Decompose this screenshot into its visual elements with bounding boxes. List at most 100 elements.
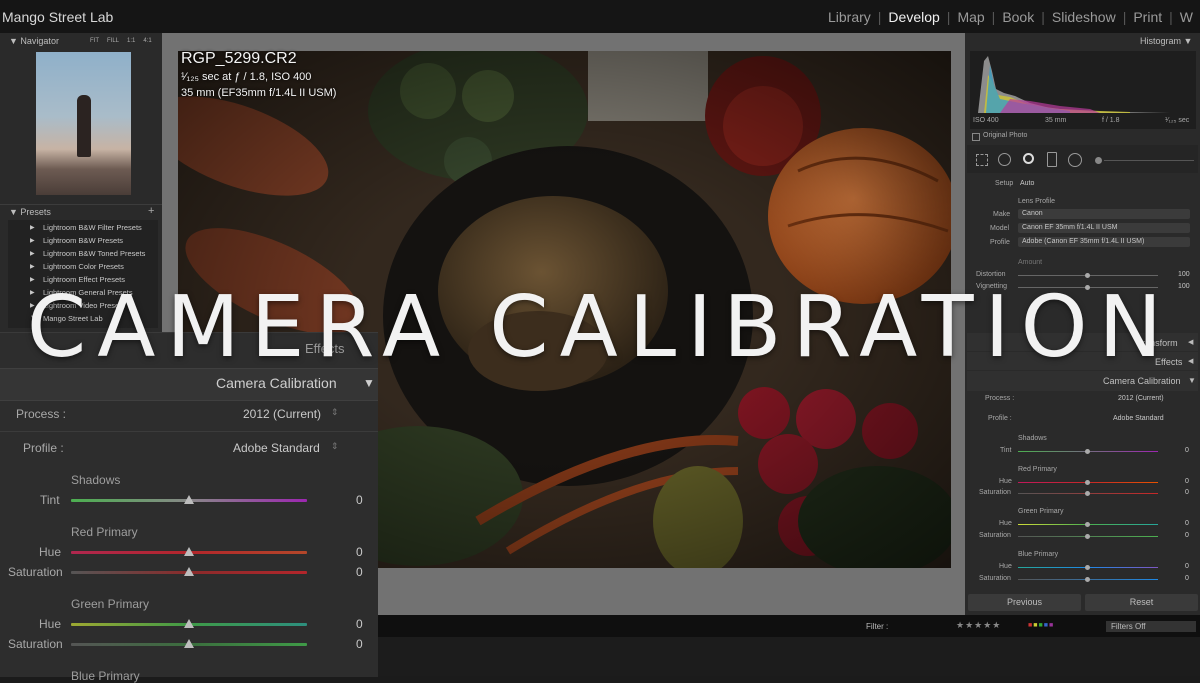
reset-button[interactable]: Reset: [1085, 594, 1198, 611]
spot-removal-icon[interactable]: [998, 153, 1011, 166]
expand-icon[interactable]: ▶: [30, 263, 35, 270]
zoom-1-1[interactable]: 1:1: [127, 38, 135, 44]
make-select[interactable]: Canon: [1018, 209, 1190, 219]
photo-lens: 35 mm (EF35mm f/1.4L II USM): [181, 87, 337, 99]
green-hue-zoom-label: Hue: [39, 617, 62, 631]
add-preset-icon[interactable]: +: [148, 205, 154, 217]
radial-filter-icon[interactable]: [1068, 153, 1082, 167]
preset-folder[interactable]: Lightroom Color Presets: [43, 262, 124, 271]
green-saturation-slider-thumb[interactable]: [1085, 534, 1090, 539]
module-print[interactable]: Print: [1126, 9, 1169, 25]
filters-off-select[interactable]: Filters Off: [1106, 621, 1196, 632]
distortion-value[interactable]: 100: [1178, 271, 1190, 278]
histogram-title: Histogram: [1140, 36, 1182, 46]
stepper-icon[interactable]: ⇕: [331, 407, 339, 418]
navigator-header[interactable]: ▼ Navigator: [9, 36, 59, 46]
previous-button[interactable]: Previous: [968, 594, 1081, 611]
process-select[interactable]: 2012 (Current): [1118, 395, 1164, 402]
graduated-filter-icon[interactable]: [1047, 152, 1057, 167]
crop-icon[interactable]: [976, 154, 988, 166]
tint-value[interactable]: 0: [1185, 447, 1189, 454]
zoom-fill[interactable]: FILL: [107, 38, 119, 44]
module-develop[interactable]: Develop: [881, 9, 946, 25]
lens-profile-heading: Lens Profile: [1018, 198, 1055, 205]
blue-primary-zoom-heading: Blue Primary: [71, 669, 140, 683]
preset-folder[interactable]: Lightroom B&W Filter Presets: [43, 223, 142, 232]
module-slideshow[interactable]: Slideshow: [1045, 9, 1123, 25]
green-hue-zoom-slider-thumb[interactable]: [184, 619, 194, 628]
shadows-zoom-heading: Shadows: [71, 473, 121, 487]
adjustment-brush-icon[interactable]: [1095, 157, 1102, 164]
color-label-filter[interactable]: ■■■■■: [1028, 622, 1054, 629]
histogram[interactable]: [970, 51, 1196, 129]
preset-folder[interactable]: Lightroom B&W Presets: [43, 236, 123, 245]
calibration-zoom-title: Camera Calibration: [216, 375, 337, 391]
stepper-icon[interactable]: ⇕: [331, 441, 339, 452]
module-map[interactable]: Map: [950, 9, 991, 25]
photo-exposure: ¹⁄₁₂₅ sec at ƒ / 1.8, ISO 400: [181, 71, 312, 83]
section-expanded-icon[interactable]: ▼: [363, 376, 375, 390]
blue-hue-label: Hue: [999, 563, 1012, 570]
tint-zoom-slider-thumb[interactable]: [184, 495, 194, 504]
red-saturation-slider-thumb[interactable]: [1085, 491, 1090, 496]
section-expanded-icon[interactable]: ▼: [1188, 376, 1196, 385]
red-saturation-zoom-slider-thumb[interactable]: [184, 567, 194, 576]
blue-saturation-slider-thumb[interactable]: [1085, 577, 1090, 582]
setup-value[interactable]: Auto: [1020, 180, 1034, 187]
blue-hue-slider-thumb[interactable]: [1085, 565, 1090, 570]
red-saturation-value[interactable]: 0: [1185, 489, 1189, 496]
zoom-fit[interactable]: FIT: [90, 38, 99, 44]
histo-aperture: f / 1.8: [1102, 117, 1120, 124]
red-hue-zoom-value[interactable]: 0: [356, 545, 363, 559]
tint-slider-thumb[interactable]: [1085, 449, 1090, 454]
red-hue-value[interactable]: 0: [1185, 478, 1189, 485]
zoom-4-1[interactable]: 4:1: [143, 38, 151, 44]
zoom-options: FIT FILL 1:1 4:1: [90, 38, 152, 44]
lens-profile-select[interactable]: Adobe (Canon EF 35mm f/1.4L II USM): [1018, 237, 1190, 247]
module-web[interactable]: W: [1173, 9, 1200, 25]
tint-zoom-label: Tint: [40, 493, 60, 507]
rating-filter-stars[interactable]: ★★★★★: [956, 620, 1001, 631]
process-zoom-select[interactable]: 2012 (Current): [243, 407, 321, 421]
profile-zoom-select[interactable]: Adobe Standard: [233, 441, 320, 455]
blue-hue-value[interactable]: 0: [1185, 563, 1189, 570]
profile-zoom-label: Profile :: [23, 441, 64, 455]
model-select[interactable]: Canon EF 35mm f/1.4L II USM: [1018, 223, 1190, 233]
green-hue-zoom-value[interactable]: 0: [356, 617, 363, 631]
histogram-header[interactable]: Histogram ▼: [1140, 36, 1192, 46]
calibration-profile-select[interactable]: Adobe Standard: [1113, 415, 1164, 422]
blue-saturation-value[interactable]: 0: [1185, 575, 1189, 582]
red-hue-slider-thumb[interactable]: [1085, 480, 1090, 485]
red-primary-zoom-heading: Red Primary: [71, 525, 138, 539]
original-photo-checkbox[interactable]: [972, 133, 980, 141]
red-saturation-zoom-value[interactable]: 0: [356, 565, 363, 579]
tool-slider[interactable]: [1104, 160, 1194, 161]
model-label: Model: [990, 225, 1010, 232]
module-book[interactable]: Book: [995, 9, 1041, 25]
preset-folder[interactable]: Lightroom B&W Toned Presets: [43, 249, 145, 258]
red-hue-zoom-slider-thumb[interactable]: [184, 547, 194, 556]
make-label: Make: [993, 211, 1011, 218]
process-label: Process :: [985, 395, 1015, 402]
red-eye-icon[interactable]: [1023, 153, 1034, 164]
expand-icon[interactable]: ▶: [30, 250, 35, 257]
tint-zoom-value[interactable]: 0: [356, 493, 363, 507]
red-hue-zoom-label: Hue: [39, 545, 62, 559]
setup-label: Setup: [995, 180, 1014, 187]
green-hue-label: Hue: [999, 520, 1012, 527]
filter-label: Filter :: [866, 622, 889, 631]
amount-heading: Amount: [1018, 259, 1043, 266]
green-saturation-zoom-value[interactable]: 0: [356, 637, 363, 651]
module-picker: Library | Develop | Map | Book | Slideshow | …: [821, 9, 1200, 25]
green-saturation-value[interactable]: 0: [1185, 532, 1189, 539]
expand-icon[interactable]: ▶: [30, 237, 35, 244]
process-zoom-label: Process :: [16, 407, 67, 421]
navigator-title: Navigator: [20, 36, 59, 46]
presets-header[interactable]: ▼ Presets: [9, 207, 51, 217]
expand-icon[interactable]: ▶: [30, 224, 35, 231]
green-hue-value[interactable]: 0: [1185, 520, 1189, 527]
green-hue-slider-thumb[interactable]: [1085, 522, 1090, 527]
presets-title: Presets: [20, 207, 51, 217]
module-library[interactable]: Library: [821, 9, 878, 25]
green-saturation-zoom-slider-thumb[interactable]: [184, 639, 194, 648]
